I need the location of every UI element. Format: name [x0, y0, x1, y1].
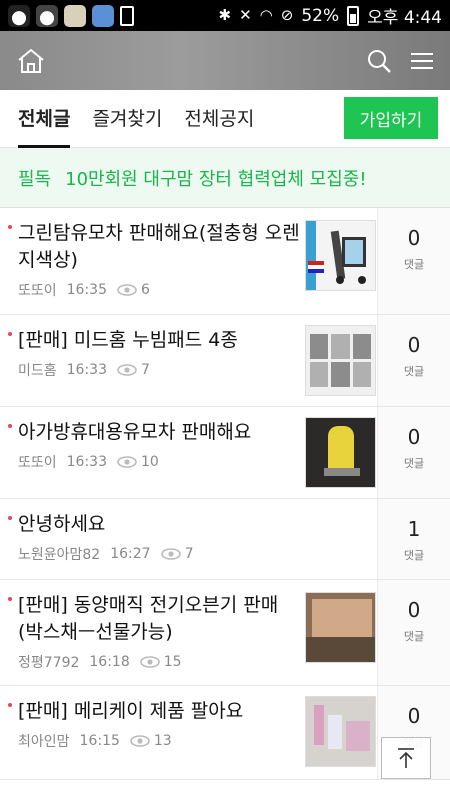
bluetooth-icon: ✱ — [218, 6, 232, 24]
comment-count: 0 — [407, 333, 421, 357]
comment-label: 댓글 — [403, 365, 425, 378]
comment-count-box: 1 댓글 — [377, 499, 450, 579]
post-title: 아가방휴대용유모차 판매해요 — [18, 421, 252, 443]
post-author: 노원윤아맘82 — [18, 547, 101, 563]
tab-all-notices[interactable]: 전체공지 — [184, 90, 254, 148]
post-title: 그린탐유모차 판매해요(절충형 오렌지색상) — [18, 222, 300, 271]
post-author: 미드홈 — [18, 363, 57, 379]
eye-icon — [139, 656, 160, 668]
new-post-dot — [8, 597, 12, 601]
post-row[interactable]: 그린탐유모차 판매해요(절충형 오렌지색상) 또또이 16:35 6 0 댓글 — [0, 208, 450, 315]
post-time: 16:33 — [66, 454, 107, 470]
quilted-pad-image[interactable] — [305, 325, 376, 396]
comment-count: 0 — [407, 598, 421, 622]
post-views: 15 — [163, 654, 182, 670]
search-button[interactable] — [366, 48, 392, 74]
post-author: 또또이 — [18, 283, 57, 299]
comment-count: 0 — [407, 226, 421, 250]
eye-icon — [160, 548, 181, 560]
comment-count-box: 0 댓글 — [377, 315, 450, 406]
no-signal-icon: ⊘ — [280, 6, 294, 24]
new-post-dot — [8, 703, 12, 707]
post-author: 정평7792 — [18, 655, 80, 671]
eye-icon — [117, 364, 137, 376]
arrow-up-icon — [398, 748, 414, 768]
notification-app-icon — [64, 4, 86, 27]
eye-icon — [117, 284, 137, 296]
wifi-icon: ◠ — [259, 6, 273, 24]
app-header — [0, 31, 450, 90]
cosmetics-image[interactable] — [305, 696, 376, 767]
post-author: 또또이 — [18, 455, 57, 471]
status-bar: ✱ ✕ ◠ ⊘ 52% 오후 4:44 — [0, 0, 450, 31]
clock: 오후 4:44 — [367, 8, 442, 28]
post-title: 안녕하세요 — [18, 513, 106, 535]
pinned-notice[interactable]: 필독 10만회원 대구맘 장터 협력업체 모집중! — [0, 148, 450, 208]
post-author: 최아인맘 — [18, 734, 70, 750]
notification-app-icon — [8, 4, 30, 27]
home-icon — [18, 48, 44, 73]
post-title: [판매] 미드홈 누빔패드 4종 — [18, 329, 238, 351]
tab-favorites[interactable]: 즐겨찾기 — [92, 90, 162, 148]
post-row[interactable]: 안녕하세요 노원윤아맘82 16:27 7 1 댓글 — [0, 499, 450, 580]
post-row[interactable]: 아가방휴대용유모차 판매해요 또또이 16:33 10 0 댓글 — [0, 407, 450, 499]
eye-icon — [130, 735, 150, 747]
notification-app-icon — [92, 4, 114, 27]
post-list: 그린탐유모차 판매해요(절충형 오렌지색상) 또또이 16:35 6 0 댓글 … — [0, 208, 450, 780]
comment-count-box: 0 댓글 — [377, 407, 450, 498]
post-time: 16:18 — [89, 654, 130, 670]
yellow-stroller-image[interactable] — [305, 417, 376, 488]
post-row[interactable]: [판매] 동양매직 전기오븐기 판매(박스채ㅡ선물가능) 정평7792 16:1… — [0, 580, 450, 686]
oven-box-image[interactable] — [305, 592, 376, 663]
post-views: 10 — [141, 454, 159, 470]
post-title: [판매] 메리케이 제품 팔아요 — [18, 700, 244, 722]
comment-label: 댓글 — [403, 630, 425, 643]
new-post-dot — [8, 516, 12, 520]
comment-count: 1 — [407, 517, 421, 541]
hamburger-menu-icon — [411, 52, 433, 69]
post-row[interactable]: [판매] 미드홈 누빔패드 4종 미드홈 16:33 7 0 댓글 — [0, 315, 450, 407]
new-post-dot — [8, 424, 12, 428]
home-button[interactable] — [16, 47, 46, 75]
comment-count-box: 0 댓글 — [377, 208, 450, 314]
new-post-dot — [8, 225, 12, 229]
post-title: [판매] 동양매직 전기오븐기 판매(박스채ㅡ선물가능) — [18, 594, 279, 643]
comment-label: 댓글 — [403, 457, 425, 470]
download-icon — [120, 5, 134, 26]
battery-percent: 52% — [301, 5, 340, 26]
eye-icon — [117, 456, 137, 468]
comment-count: 0 — [407, 425, 421, 449]
tab-all-posts[interactable]: 전체글 — [18, 90, 71, 148]
notice-text: 10만회원 대구맘 장터 협력업체 모집중! — [65, 168, 367, 190]
board-tabs: 전체글 즐겨찾기 전체공지 가입하기 — [0, 90, 450, 148]
menu-button[interactable] — [410, 51, 434, 71]
mute-icon: ✕ — [239, 6, 252, 24]
post-views: 13 — [153, 733, 172, 749]
notice-tag: 필독 — [18, 168, 52, 190]
comment-count-box: 0 댓글 — [377, 580, 450, 685]
new-post-dot — [8, 332, 12, 336]
post-time: 16:35 — [66, 282, 107, 298]
scroll-to-top-button[interactable] — [381, 737, 431, 779]
comment-label: 댓글 — [403, 258, 425, 271]
app-root: ✱ ✕ ◠ ⊘ 52% 오후 4:44 전체글 즐겨찾기 전체공지 가입하기 필… — [0, 0, 450, 800]
comment-count: 0 — [407, 704, 421, 728]
search-icon — [368, 49, 391, 73]
post-time: 16:15 — [79, 733, 120, 749]
battery-icon — [347, 5, 360, 26]
post-time: 16:33 — [66, 362, 107, 378]
post-views: 6 — [141, 282, 150, 298]
post-views: 7 — [141, 362, 150, 378]
post-time: 16:27 — [110, 546, 151, 562]
notification-app-icon — [36, 4, 58, 27]
post-views: 7 — [184, 546, 194, 562]
join-button[interactable]: 가입하기 — [344, 97, 438, 139]
stroller-ad-image[interactable] — [305, 220, 376, 291]
comment-label: 댓글 — [403, 549, 425, 562]
